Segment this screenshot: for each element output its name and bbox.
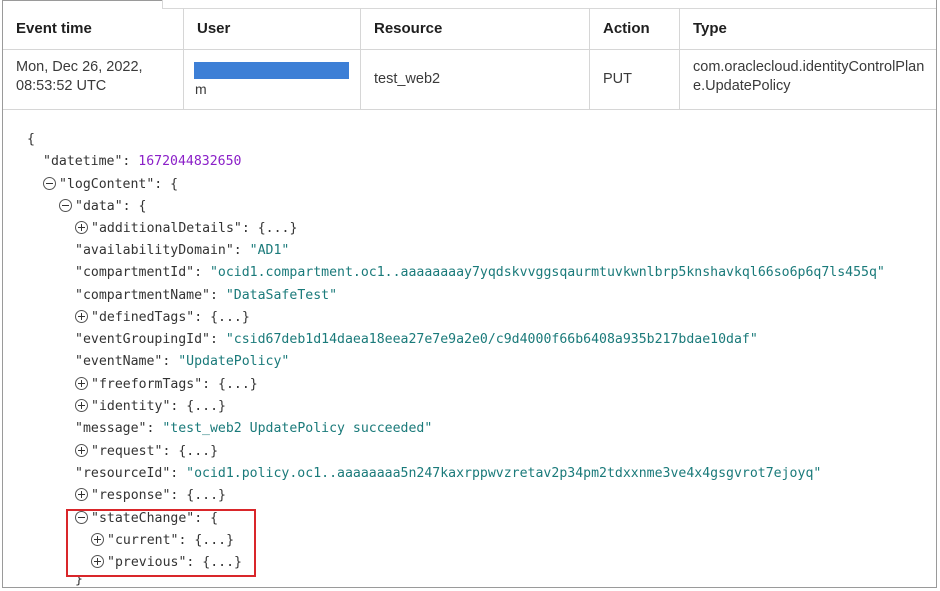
col-event-time[interactable]: Event time [3,8,184,49]
response-entry: "response": {...} [91,488,226,503]
data-key: "data": { [75,199,147,214]
additionaldetails-entry: "additionalDetails": {...} [91,221,298,236]
expand-toggle-icon[interactable] [91,533,104,546]
action-cell: PUT [590,50,680,109]
json-line-message: "message": "test_web2 UpdatePolicy succe… [75,419,432,439]
eventgroupingid-value: "csid67deb1d14daea18eea27e7e9a2e0/c9d400… [225,332,758,347]
type-cell: com.oraclecloud.identityControlPlane.Upd… [693,59,925,94]
eventgroupingid-key: "eventGroupingId": [75,332,226,347]
json-line-eventgroupingid: "eventGroupingId": "csid67deb1d14daea18e… [75,330,758,350]
json-line-logcontent: "logContent": { [43,175,178,195]
request-entry: "request": {...} [91,444,219,459]
availabilitydomain-key: "availabilityDomain": [75,243,250,258]
json-viewer: { "datetime": 1672044832650 "logContent"… [3,118,933,588]
resourceid-key: "resourceId": [75,466,187,481]
table-header: Event time User Resource Action Type [3,8,936,50]
table-row[interactable]: Mon, Dec 26, 2022, 08:53:52 UTC m test_w… [3,50,936,110]
collapse-toggle-icon[interactable] [75,511,88,524]
event-date: Mon, Dec 26, 2022, [16,59,143,75]
resource-cell: test_web2 [361,50,590,109]
json-line-statechange: "stateChange": { [75,509,218,529]
col-type[interactable]: Type [680,8,936,49]
json-line-freeformtags: "freeformTags": {...} [75,375,258,395]
eventname-key: "eventName": [75,354,179,369]
json-line-response: "response": {...} [75,486,226,506]
datetime-key: "datetime": [43,154,139,169]
collapse-toggle-icon[interactable] [59,199,72,212]
datetime-value: 1672044832650 [138,154,242,169]
json-line-availabilitydomain: "availabilityDomain": "AD1" [75,241,289,261]
definedtags-entry: "definedTags": {...} [91,310,250,325]
logcontent-key: "logContent": { [59,177,179,192]
message-key: "message": [75,421,163,436]
json-line-data: "data": { [59,197,146,217]
json-line-compartmentname: "compartmentName": "DataSafeTest" [75,286,337,306]
compartmentid-value: "ocid1.compartment.oc1..aaaaaaaay7yqdskv… [209,265,885,280]
json-line-definedtags: "definedTags": {...} [75,308,250,328]
json-line-close: } [75,577,83,587]
user-visible-text: m [195,81,207,97]
col-resource[interactable]: Resource [361,8,590,49]
json-line-current: "current": {...} [91,531,234,551]
compartmentname-value: "DataSafeTest" [225,288,338,303]
json-line-previous: "previous": {...} [91,553,242,573]
expand-toggle-icon[interactable] [75,488,88,501]
json-line-datetime: "datetime": 1672044832650 [43,152,242,172]
availabilitydomain-value: "AD1" [249,243,290,258]
json-line-additionaldetails: "additionalDetails": {...} [75,219,297,239]
col-action[interactable]: Action [590,8,680,49]
events-table: Event time User Resource Action Type Mon… [3,8,936,110]
json-line-compartmentid: "compartmentId": "ocid1.compartment.oc1.… [75,263,885,283]
col-user[interactable]: User [184,8,361,49]
statechange-key: "stateChange": { [91,511,219,526]
collapse-toggle-icon[interactable] [43,177,56,190]
user-cell: m [184,50,361,109]
current-entry: "current": {...} [107,533,235,548]
json-line-resourceid: "resourceId": "ocid1.policy.oc1..aaaaaaa… [75,464,821,484]
eventname-value: "UpdatePolicy" [178,354,290,369]
previous-entry: "previous": {...} [107,555,242,570]
message-value: "test_web2 UpdatePolicy succeeded" [162,421,433,436]
json-line-identity: "identity": {...} [75,397,226,417]
json-line-eventname: "eventName": "UpdatePolicy" [75,352,289,372]
expand-toggle-icon[interactable] [75,221,88,234]
expand-toggle-icon[interactable] [75,399,88,412]
expand-toggle-icon[interactable] [75,444,88,457]
redaction-box [194,62,349,79]
expand-toggle-icon[interactable] [91,555,104,568]
expand-toggle-icon[interactable] [75,310,88,323]
identity-entry: "identity": {...} [91,399,226,414]
compartmentid-key: "compartmentId": [75,265,210,280]
json-line-request: "request": {...} [75,442,218,462]
event-clock: 08:53:52 UTC [16,78,107,94]
json-open-brace: { [27,132,35,147]
event-time-cell: Mon, Dec 26, 2022, 08:53:52 UTC [3,50,184,109]
expand-toggle-icon[interactable] [75,377,88,390]
freeformtags-entry: "freeformTags": {...} [91,377,258,392]
resourceid-value: "ocid1.policy.oc1..aaaaaaaa5n247kaxrppwv… [186,466,822,481]
compartmentname-key: "compartmentName": [75,288,226,303]
